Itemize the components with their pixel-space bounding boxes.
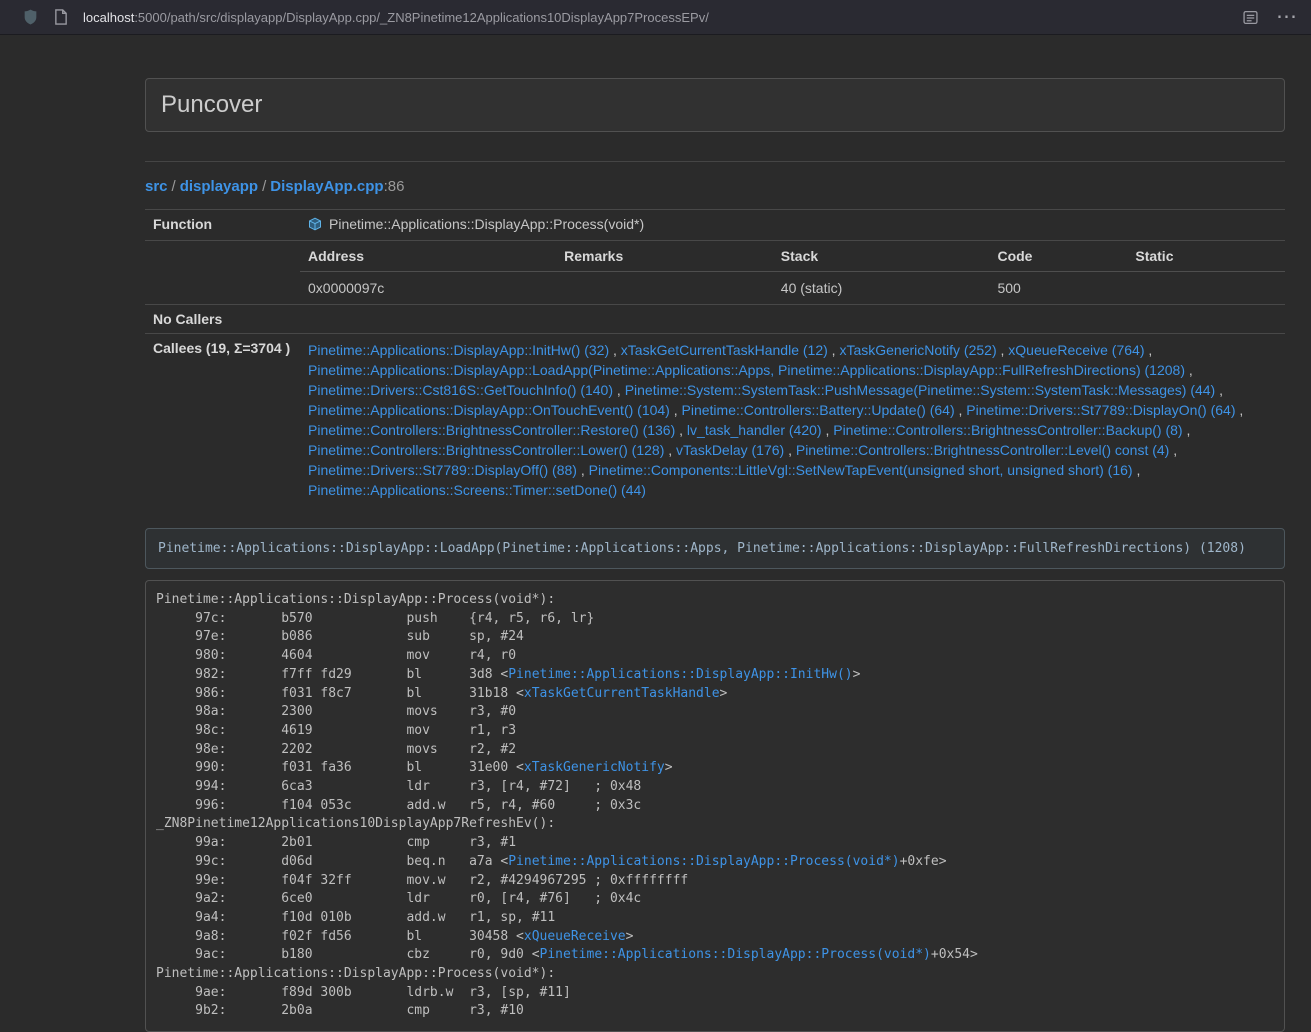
- page-content: Puncover src/displayapp/DisplayApp.cpp:8…: [145, 78, 1285, 1032]
- col-header-static: Static: [1127, 241, 1285, 272]
- callee-link[interactable]: Pinetime::Controllers::BrightnessControl…: [796, 442, 1169, 458]
- cell-code: 500: [989, 272, 1127, 305]
- method-cube-icon: [308, 217, 322, 234]
- highlighted-symbol-well: Pinetime::Applications::DisplayApp::Load…: [145, 528, 1285, 569]
- function-name: Pinetime::Applications::DisplayApp::Proc…: [329, 216, 644, 232]
- address-bar[interactable]: localhost:5000/path/src/displayapp/Displ…: [83, 10, 1243, 25]
- callee-link[interactable]: Pinetime::Controllers::BrightnessControl…: [833, 422, 1182, 438]
- symbol-table: Function Pinetime::Applications::Display…: [145, 209, 1285, 506]
- col-header-code: Code: [989, 241, 1127, 272]
- code-symbol-link[interactable]: Pinetime::Applications::DisplayApp::Init…: [508, 667, 852, 682]
- callee-link[interactable]: Pinetime::Applications::DisplayApp::Load…: [308, 362, 1185, 378]
- callee-link[interactable]: Pinetime::Drivers::Cst816S::GetTouchInfo…: [308, 382, 613, 398]
- browser-chrome: localhost:5000/path/src/displayapp/Displ…: [0, 0, 1311, 35]
- function-stats-row: Address Remarks Stack Code Static 0x0000…: [145, 241, 1285, 305]
- highlighted-symbol-text: Pinetime::Applications::DisplayApp::Load…: [158, 541, 1246, 556]
- cell-address: 0x0000097c: [300, 272, 556, 305]
- breadcrumb-item-file[interactable]: DisplayApp.cpp: [270, 178, 383, 195]
- tracking-protection-shield-icon[interactable]: [22, 8, 39, 26]
- breadcrumb-separator: /: [168, 178, 180, 195]
- callee-link[interactable]: Pinetime::Controllers::BrightnessControl…: [308, 422, 675, 438]
- code-symbol-link[interactable]: xTaskGenericNotify: [524, 760, 665, 775]
- callee-link[interactable]: lv_task_handler (420): [687, 422, 822, 438]
- callees-label: Callees (19, Σ=3704 ): [145, 334, 300, 507]
- callee-link[interactable]: Pinetime::Drivers::St7789::DisplayOff() …: [308, 462, 577, 478]
- code-symbol-link[interactable]: Pinetime::Applications::DisplayApp::Proc…: [540, 947, 931, 962]
- col-header-remarks: Remarks: [556, 241, 773, 272]
- callee-link[interactable]: Pinetime::System::SystemTask::PushMessag…: [625, 382, 1216, 398]
- callee-link[interactable]: vTaskDelay (176): [676, 442, 784, 458]
- function-row-label: Function: [145, 210, 300, 241]
- breadcrumb: src/displayapp/DisplayApp.cpp:86: [145, 178, 1285, 195]
- callee-link[interactable]: Pinetime::Applications::Screens::Timer::…: [308, 482, 646, 498]
- cell-stack: 40 (static): [773, 272, 990, 305]
- callee-link[interactable]: xTaskGetCurrentTaskHandle (12): [621, 342, 828, 358]
- callee-link[interactable]: Pinetime::Applications::DisplayApp::Init…: [308, 342, 609, 358]
- code-symbol-link[interactable]: Pinetime::Applications::DisplayApp::Proc…: [508, 854, 899, 869]
- callee-link[interactable]: Pinetime::Controllers::BrightnessControl…: [308, 442, 664, 458]
- url-host: localhost: [83, 10, 134, 25]
- callee-link[interactable]: Pinetime::Drivers::St7789::DisplayOn() (…: [966, 402, 1235, 418]
- disassembly-code: Pinetime::Applications::DisplayApp::Proc…: [145, 580, 1285, 1032]
- function-row: Function Pinetime::Applications::Display…: [145, 210, 1285, 241]
- col-header-address: Address: [300, 241, 556, 272]
- callee-link[interactable]: xTaskGenericNotify (252): [839, 342, 996, 358]
- callees-row: Callees (19, Σ=3704 ) Pinetime::Applicat…: [145, 334, 1285, 507]
- code-symbol-link[interactable]: xTaskGetCurrentTaskHandle: [524, 686, 720, 701]
- page-title-panel: Puncover: [145, 78, 1285, 132]
- reader-view-icon[interactable]: [1243, 10, 1258, 25]
- function-stats-table: Address Remarks Stack Code Static 0x0000…: [300, 241, 1285, 304]
- breadcrumb-line-number: :86: [384, 178, 405, 195]
- page-info-document-icon[interactable]: [54, 9, 68, 25]
- page-title: Puncover: [161, 91, 262, 118]
- cell-static: [1127, 272, 1285, 305]
- breadcrumb-item-src[interactable]: src: [145, 178, 168, 195]
- menu-ellipsis-icon[interactable]: ⋯: [1276, 11, 1297, 23]
- no-callers-label: No Callers: [145, 305, 300, 334]
- url-path: :5000/path/src/displayapp/DisplayApp.cpp…: [134, 10, 709, 25]
- breadcrumb-item-displayapp[interactable]: displayapp: [180, 178, 258, 195]
- col-header-stack: Stack: [773, 241, 990, 272]
- breadcrumb-separator: /: [258, 178, 270, 195]
- callers-row: No Callers: [145, 305, 1285, 334]
- cell-remarks: [556, 272, 773, 305]
- callee-link[interactable]: xQueueReceive (764): [1008, 342, 1144, 358]
- callee-link[interactable]: Pinetime::Controllers::Battery::Update()…: [682, 402, 955, 418]
- callee-link[interactable]: Pinetime::Applications::DisplayApp::OnTo…: [308, 402, 670, 418]
- callee-link[interactable]: Pinetime::Components::LittleVgl::SetNewT…: [589, 462, 1133, 478]
- callees-list: Pinetime::Applications::DisplayApp::Init…: [300, 334, 1285, 507]
- table-row: 0x0000097c 40 (static) 500: [300, 272, 1285, 305]
- code-symbol-link[interactable]: xQueueReceive: [524, 929, 626, 944]
- divider: [145, 161, 1285, 162]
